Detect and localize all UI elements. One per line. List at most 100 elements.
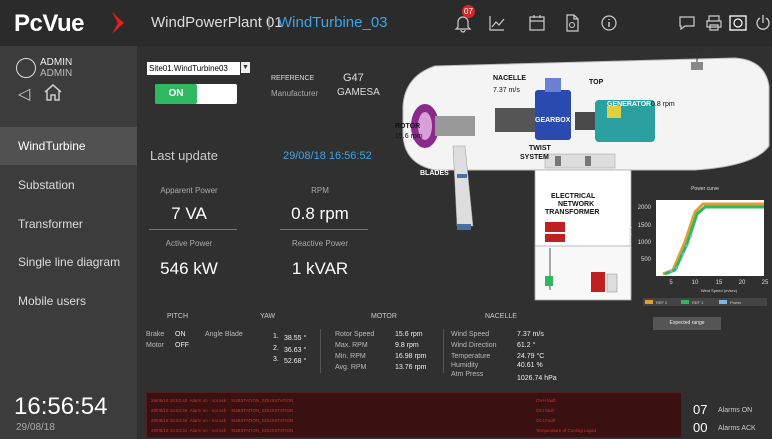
trend-icon[interactable] [487, 13, 507, 33]
chart-title: Power curve [691, 186, 719, 192]
nacelle-row-label: Wind Direction [451, 342, 497, 349]
logo-text: PcVue [14, 10, 84, 37]
alarm-state: Alarm on - not ack [189, 428, 227, 433]
user-role: ADMIN [40, 68, 73, 79]
electrical-label-3: TRANSFORMER [545, 209, 599, 216]
alarm-row[interactable]: 29/08/18 16:53:46 Alarm on - not ack SUB… [151, 408, 554, 413]
alarm-state: Alarm on - not ack [189, 398, 227, 403]
rpm-value: 0.8 rpm [291, 204, 349, 223]
expected-range-button[interactable]: Expected range [653, 317, 721, 330]
app-root: PcVue ADMIN ADMIN ◁ WindTurbine Substati… [0, 0, 772, 439]
title-separator: | [267, 14, 271, 31]
alarm-source: SUBSTATION_SOUSSTATION [231, 428, 294, 433]
x-tick: 20 [739, 280, 746, 286]
chart-xlabel: Wind Speed (m/sec) [701, 288, 738, 293]
alarm-row[interactable]: 29/08/18 16:53:34 Alarm on - not ack SUB… [151, 428, 596, 433]
system-label: SYSTEM [520, 154, 549, 161]
screenshot-icon[interactable] [728, 13, 748, 33]
x-tick: 10 [692, 280, 699, 286]
rpm-label: RPM [311, 186, 329, 195]
divider [149, 229, 237, 230]
angle-index: 2. [273, 345, 279, 352]
asset-select[interactable]: Site01.WindTurbine03 [147, 62, 240, 75]
chevron-down-icon[interactable]: ▼ [241, 62, 250, 73]
motor-row-value: 16.98 rpm [395, 353, 427, 360]
rotor-speed: 15.6 rpm [395, 133, 423, 140]
nacelle-row-value: 40.61 % [517, 362, 543, 369]
legend-label: Power [730, 300, 742, 305]
twist-label: TWIST [529, 145, 551, 152]
nav-item-transformer[interactable]: Transformer [0, 205, 137, 243]
active-power-value: 546 kW [160, 259, 218, 278]
alarm-row[interactable]: 29/08/18 16:53:46 Alarm on - not ack SUB… [151, 418, 555, 423]
section-nacelle: NACELLE [485, 313, 517, 320]
x-tick: 25 [762, 280, 769, 286]
rotor-label: ROTOR [395, 123, 420, 130]
reactive-power-label: Reactive Power [291, 239, 349, 248]
divider [320, 329, 321, 373]
chart-ylabel: Power (kW) [627, 226, 632, 248]
motor-value: OFF [175, 342, 189, 349]
motor-label: Motor [146, 342, 164, 349]
nav-item-substation[interactable]: Substation [0, 166, 137, 204]
alarm-message: OCI Fault [536, 418, 556, 423]
user-box: ADMIN ADMIN ◁ [0, 50, 137, 120]
chat-icon[interactable] [677, 13, 697, 33]
section-yaw: YAW [260, 313, 276, 320]
legend-swatch [645, 300, 653, 304]
legend-label: REF 2 [656, 300, 668, 305]
alarm-time: 29/08/18 16:53:40 [151, 398, 188, 403]
nacelle-row-value: 61.2 ° [517, 342, 536, 349]
y-tick: 2000 [638, 205, 652, 211]
nav-item-single-line-diagram[interactable]: Single line diagram [0, 243, 137, 281]
print-icon[interactable] [704, 13, 724, 33]
main-content: Site01.WindTurbine03 ▼ ON REFERENCE G47 … [137, 46, 772, 439]
legend-label: REF 1 [692, 300, 704, 305]
y-tick: 500 [641, 257, 652, 263]
alarm-row[interactable]: 29/08/18 16:53:40 Alarm on - not ack SUB… [151, 398, 556, 403]
alarm-message: Temperature of Cooling Liquid [536, 428, 597, 433]
angle-value: 36.63 ° [284, 347, 307, 354]
nav-item-windturbine[interactable]: WindTurbine [0, 127, 145, 165]
motor-row-value: 13.76 rpm [395, 364, 427, 371]
calendar-icon[interactable] [527, 13, 547, 33]
motor-row-label: Min. RPM [335, 353, 366, 360]
divider [443, 329, 444, 373]
nav-item-mobile-users[interactable]: Mobile users [0, 282, 137, 320]
sidebar: PcVue ADMIN ADMIN ◁ WindTurbine Substati… [0, 0, 145, 439]
home-icon[interactable] [42, 82, 64, 102]
nacelle-row-value: 7.37 m/s [517, 331, 544, 338]
nacelle-speed: 7.37 m/s [493, 87, 520, 94]
back-icon[interactable]: ◁ [18, 84, 30, 104]
nacelle-row-label: Temperature [451, 353, 491, 360]
alarm-list[interactable]: 29/08/18 16:53:40 Alarm on - not ack SUB… [146, 392, 682, 438]
alarms-on-count: 07 [693, 402, 708, 417]
angle-index: 3. [273, 356, 279, 363]
x-tick: 15 [716, 280, 723, 286]
y-tick: 1500 [638, 223, 652, 229]
divider [280, 229, 368, 230]
active-power-label: Active Power [165, 239, 213, 248]
nacelle-row-label: Wind Speed [451, 331, 490, 338]
logo-mark-icon [112, 12, 124, 34]
section-motor: MOTOR [371, 313, 397, 320]
user-name: ADMIN [40, 57, 73, 68]
document-icon[interactable] [562, 13, 582, 33]
alarm-time: 29/08/18 16:53:46 [151, 418, 188, 423]
motor-row-label: Max. RPM [335, 342, 368, 349]
nacelle-row-label: Humidity [451, 362, 479, 369]
page-title: WindPowerPlant 01 [151, 14, 283, 31]
angle-value: 38.55 ° [284, 335, 307, 342]
reference-label: REFERENCE [271, 75, 315, 82]
power-icon[interactable] [753, 13, 772, 33]
header: WindPowerPlant 01 | WindTurbine_03 07 [137, 0, 772, 46]
user-icon[interactable] [16, 58, 36, 78]
section-pitch: PITCH [167, 313, 188, 320]
motor-row-value: 15.6 rpm [395, 331, 423, 338]
nacelle-label: NACELLE [493, 75, 526, 82]
on-off-toggle[interactable]: ON [155, 84, 237, 104]
alarms-ack-count: 00 [693, 420, 708, 435]
toggle-on-label: ON [155, 84, 197, 104]
info-icon[interactable] [599, 13, 619, 33]
angle-value: 52.68 ° [284, 358, 307, 365]
